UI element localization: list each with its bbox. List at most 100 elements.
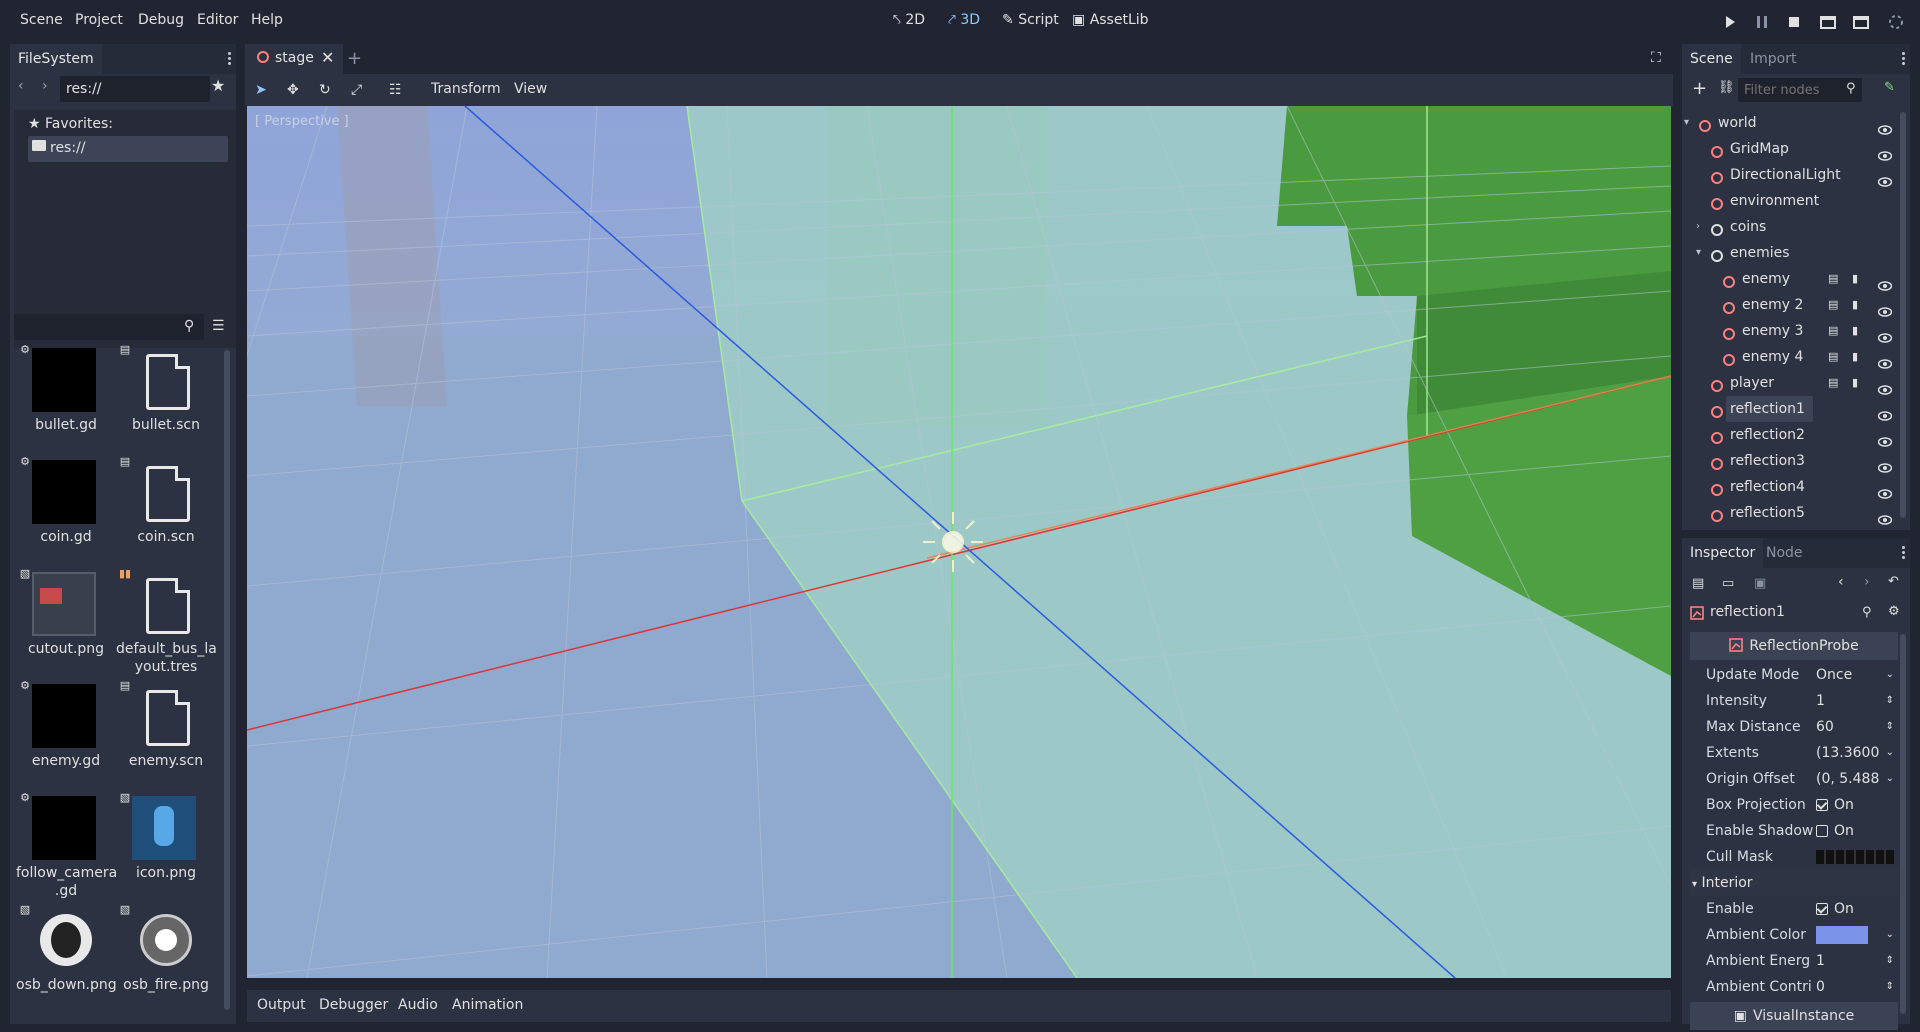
spinner-arrows-icon[interactable]: ⇕ (1886, 974, 1894, 1000)
chevron-down-icon[interactable]: ⌄ (1886, 662, 1894, 688)
view-menu[interactable]: View (514, 81, 547, 97)
play-scene-icon[interactable] (1820, 14, 1836, 30)
move-tool-icon[interactable]: ✥ (287, 82, 303, 98)
tree-node-reflection5[interactable]: reflection5 (1682, 500, 1893, 526)
visibility-eye-icon[interactable] (1877, 144, 1893, 161)
scene-dock-menu-icon[interactable] (1902, 52, 1906, 68)
clapper-icon[interactable]: ▤ (1828, 350, 1842, 364)
search-icon[interactable]: ⚲ (184, 318, 194, 334)
scale-tool-icon[interactable]: ⤢ (351, 82, 367, 98)
play-icon[interactable] (1722, 14, 1738, 30)
select-tool-icon[interactable]: ➤ (255, 82, 271, 98)
cull-mask-grid[interactable] (1816, 850, 1894, 864)
scene-tab-stage[interactable]: stage ✕ (245, 44, 343, 74)
script-attach-icon[interactable]: ✎ (1884, 80, 1895, 95)
tab-debugger[interactable]: Debugger (319, 997, 388, 1013)
rotate-tool-icon[interactable]: ↻ (319, 82, 335, 98)
script-icon[interactable]: ▮ (1852, 376, 1866, 390)
file-item[interactable]: ▤ coin.scn (118, 456, 214, 566)
mode-script-button[interactable]: ✎ Script (1002, 12, 1059, 28)
clapper-icon[interactable]: ▤ (1828, 376, 1842, 390)
file-item[interactable]: ▤ bullet.scn (118, 344, 214, 454)
expand-arrow-icon[interactable]: ▾ (1696, 240, 1701, 266)
visibility-eye-icon[interactable] (1877, 404, 1893, 421)
script-icon[interactable]: ▮ (1852, 350, 1866, 364)
path-field[interactable]: res:// (60, 76, 210, 102)
expand-arrow-icon[interactable]: ▾ (1684, 110, 1689, 136)
file-item[interactable]: ⚙ coin.gd (18, 456, 114, 566)
visibility-eye-icon[interactable] (1877, 482, 1893, 499)
menu-project[interactable]: Project (75, 12, 123, 28)
inspector-menu-icon[interactable] (1902, 546, 1906, 562)
visibility-eye-icon[interactable] (1877, 274, 1893, 291)
tab-scene[interactable]: Scene (1682, 44, 1741, 74)
dropdown-value[interactable]: (0, 5.488 (1816, 766, 1879, 792)
visibility-eye-icon[interactable] (1877, 300, 1893, 317)
perspective-label[interactable]: [ Perspective ] (255, 114, 349, 129)
file-item[interactable]: ▧ osb_fire.png (118, 904, 214, 1014)
tree-node-player[interactable]: player ▤ ▮ (1682, 370, 1893, 396)
file-item[interactable]: ▮▮ default_bus_la yout.tres (116, 568, 217, 698)
tree-node-environment[interactable]: environment (1682, 188, 1892, 214)
clapper-icon[interactable]: ▤ (1828, 324, 1842, 338)
checkbox[interactable] (1816, 825, 1828, 837)
scene-tree-scrollbar[interactable] (1900, 112, 1906, 518)
search-icon[interactable]: ⚲ (1846, 81, 1856, 96)
mode-3d-button[interactable]: ⤤ 3D (948, 12, 980, 28)
visibility-eye-icon[interactable] (1877, 508, 1893, 525)
tree-node-reflection2[interactable]: reflection2 (1682, 422, 1893, 448)
file-item[interactable]: ▧ osb_down.png (16, 904, 117, 1014)
open-resource-icon[interactable]: ▭ (1722, 576, 1734, 591)
tree-node-enemy[interactable]: enemy ▤ ▮ (1682, 266, 1893, 292)
spin-value[interactable]: 1 (1816, 688, 1825, 714)
filter-nodes-input[interactable] (1738, 78, 1862, 102)
root-folder-row[interactable]: res:// (28, 136, 228, 162)
link-icon[interactable]: ⛓ (1718, 80, 1735, 95)
pause-icon[interactable] (1754, 14, 1770, 30)
tree-node-enemies[interactable]: ▾ enemies (1682, 240, 1892, 266)
tab-animation[interactable]: Animation (452, 997, 523, 1013)
expand-arrow-icon[interactable]: › (1696, 214, 1700, 240)
visibility-eye-icon[interactable] (1877, 352, 1893, 369)
spin-value[interactable]: 60 (1816, 714, 1834, 740)
menu-scene[interactable]: Scene (20, 12, 63, 28)
tab-filesystem[interactable]: FileSystem (10, 44, 102, 74)
file-item[interactable]: ▧ cutout.png (18, 568, 114, 678)
visibility-eye-icon[interactable] (1877, 326, 1893, 343)
class-header-visual-instance[interactable]: ▣ VisualInstance (1690, 1002, 1898, 1030)
add-node-icon[interactable]: + (1692, 78, 1707, 99)
tree-node-reflection3[interactable]: reflection3 (1682, 448, 1893, 474)
tree-node-world[interactable]: ▾ world (1682, 110, 1893, 136)
script-icon[interactable]: ▮ (1852, 324, 1866, 338)
file-item[interactable]: ⚙ enemy.gd (18, 680, 114, 790)
menu-editor[interactable]: Editor (197, 12, 238, 28)
file-item[interactable]: ⚙ follow_camera .gd (16, 792, 117, 912)
clapper-icon[interactable]: ▤ (1828, 298, 1842, 312)
back-icon[interactable]: ‹ (18, 78, 24, 94)
3d-viewport[interactable]: [ Perspective ] (247, 106, 1671, 978)
tree-node-enemy-4[interactable]: enemy 4 ▤ ▮ (1682, 344, 1893, 370)
chevron-down-icon[interactable]: ⌄ (1886, 766, 1894, 792)
file-search-input[interactable] (14, 314, 204, 340)
filesystem-menu-icon[interactable] (228, 52, 232, 68)
ambient-color-swatch[interactable] (1816, 926, 1868, 944)
menu-debug[interactable]: Debug (138, 12, 184, 28)
tab-audio[interactable]: Audio (398, 997, 438, 1013)
tab-inspector[interactable]: Inspector (1682, 538, 1764, 568)
new-resource-icon[interactable]: ▤ (1692, 576, 1704, 591)
mode-2d-button[interactable]: ⤣ 2D (893, 12, 925, 28)
tree-node-enemy-3[interactable]: enemy 3 ▤ ▮ (1682, 318, 1893, 344)
tree-node-gridmap[interactable]: GridMap (1682, 136, 1893, 162)
stop-icon[interactable] (1786, 14, 1802, 30)
spinner-arrows-icon[interactable]: ⇕ (1886, 948, 1894, 974)
dropdown-value[interactable]: Once (1816, 662, 1852, 688)
file-item[interactable]: ⚙ bullet.gd (18, 344, 114, 454)
tree-node-reflection1[interactable]: reflection1 (1682, 396, 1893, 422)
section-interior[interactable]: ▾ Interior (1690, 870, 1898, 896)
file-grid-scrollbar[interactable] (224, 350, 230, 1010)
clapper-icon[interactable]: ▤ (1828, 272, 1842, 286)
history-back-icon[interactable]: ‹ (1838, 574, 1844, 590)
add-tab-icon[interactable]: + (347, 48, 362, 69)
dropdown-value[interactable]: (13.3600 (1816, 740, 1879, 766)
favorite-star-icon[interactable]: ★ (211, 76, 225, 95)
